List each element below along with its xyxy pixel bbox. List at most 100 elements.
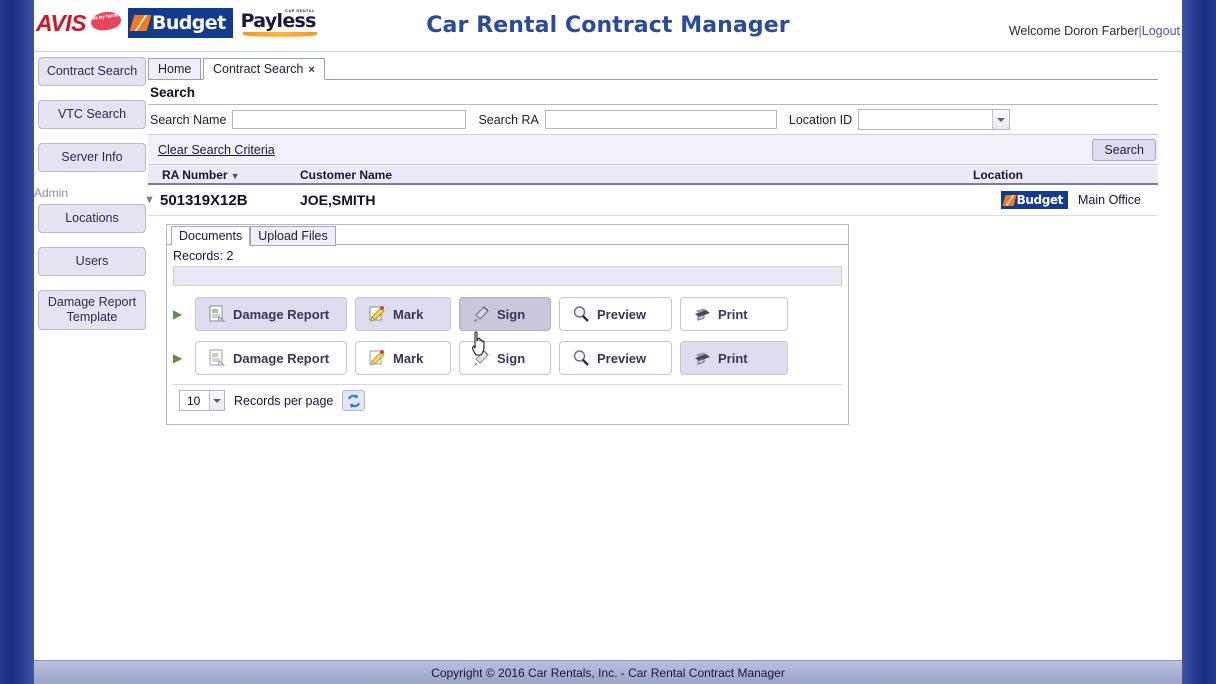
cell-ra-number: 501319X12B [160, 191, 248, 209]
records-per-page-select[interactable]: 10 [179, 390, 225, 411]
search-section-heading: Search [148, 80, 1158, 105]
application-window: AVIS We try harder Budget CAR RENTAL Pay… [0, 0, 1216, 684]
pagination-bar: 10 Records per page [173, 384, 842, 416]
logout-link[interactable]: Logout [1142, 24, 1180, 38]
document-icon [208, 305, 226, 323]
user-session-area: Welcome Doron Farber|Logout [1009, 24, 1180, 38]
preview-button-label: Preview [597, 306, 647, 322]
page-left-edge-decoration [0, 0, 34, 684]
preview-button[interactable]: Preview [559, 341, 672, 375]
search-button[interactable]: Search [1092, 138, 1156, 161]
document-row: ▶ Damage Report Mark Sign Preview Print [167, 336, 848, 380]
column-header-ra-number[interactable]: RA Number ▼ [148, 168, 300, 182]
page-tab-strip: Home Contract Search × [148, 58, 1158, 80]
cell-brand-badge: Budget [973, 191, 1078, 209]
magnifier-icon [572, 305, 590, 323]
search-ra-input[interactable] [544, 110, 777, 129]
preview-button-label: Preview [597, 350, 647, 366]
sidebar-item-users[interactable]: Users [38, 247, 146, 276]
records-count-label: Records: [173, 249, 224, 263]
records-count-value: 2 [226, 249, 234, 263]
sidebar-item-server-info[interactable]: Server Info [38, 143, 146, 172]
sidebar-group-admin-label: Admin [34, 186, 69, 200]
cell-location: Main Office [1078, 193, 1141, 207]
document-tab-strip: Documents Upload Files [167, 225, 848, 246]
chevron-down-icon[interactable] [992, 110, 1010, 129]
refresh-icon [347, 393, 360, 408]
cell-customer-name: JOE,SMITH [300, 192, 376, 208]
print-button-label: Print [718, 350, 748, 366]
tab-home[interactable]: Home [148, 58, 202, 80]
location-id-select[interactable] [858, 109, 1011, 130]
search-name-input[interactable] [232, 110, 467, 129]
records-per-page-value: 10 [187, 393, 201, 408]
document-detail-panel: Documents Upload Files Records: 2 ▶ Dama… [166, 224, 849, 425]
preview-button[interactable]: Preview [559, 297, 672, 331]
tab-contract-search-label: Contract Search [213, 62, 304, 76]
records-per-page-label: Records per page [234, 393, 334, 408]
printer-icon [693, 349, 711, 367]
document-icon [208, 349, 226, 367]
pencil-note-icon [368, 349, 386, 367]
sign-button-label: Sign [497, 306, 526, 322]
sidebar-item-contract-search[interactable]: Contract Search [38, 57, 146, 86]
printer-icon [693, 305, 711, 323]
main-content: Home Contract Search × Search Search Name… [144, 58, 1158, 660]
pen-icon [472, 349, 490, 367]
tab-upload-files[interactable]: Upload Files [250, 226, 336, 246]
sign-button[interactable]: Sign [459, 297, 551, 331]
sign-button-label: Sign [497, 350, 526, 366]
magnifier-icon [572, 349, 590, 367]
table-row[interactable]: ▼ 501319X12B JOE,SMITH Budget Main Offic… [144, 185, 1158, 216]
budget-badge-slash-icon [1002, 194, 1017, 206]
sidebar-item-damage-report-template[interactable]: Damage Report Template [38, 290, 146, 330]
damage-report-button[interactable]: Damage Report [195, 341, 347, 375]
mark-button[interactable]: Mark [355, 297, 451, 331]
document-filter-bar[interactable] [173, 266, 842, 286]
print-button[interactable]: Print [680, 297, 788, 331]
column-header-ra-number-label: RA Number [162, 167, 228, 182]
sign-button[interactable]: Sign [459, 341, 551, 375]
sidebar: Contract Search VTC Search Server Info A… [34, 57, 148, 344]
search-ra-label: Search RA [478, 112, 539, 127]
print-button-label: Print [718, 306, 748, 322]
footer-bar: Copyright © 2016 Car Rentals, Inc. - Car… [34, 660, 1182, 684]
sidebar-item-vtc-search[interactable]: VTC Search [38, 100, 146, 129]
sidebar-item-locations[interactable]: Locations [38, 204, 146, 233]
clear-search-criteria-link[interactable]: Clear Search Criteria [150, 143, 275, 157]
print-button[interactable]: Print [680, 341, 788, 375]
copyright-text: Copyright © 2016 Car Rentals, Inc. - Car… [431, 665, 785, 680]
damage-report-button-label: Damage Report [233, 306, 330, 322]
pencil-note-icon [368, 305, 386, 323]
document-expand-caret-icon[interactable]: ▶ [173, 307, 187, 321]
close-icon[interactable]: × [308, 64, 314, 76]
body-area: Contract Search VTC Search Server Info A… [34, 52, 1182, 660]
row-expand-caret-icon[interactable]: ▼ [144, 194, 160, 206]
sort-desc-icon: ▼ [230, 170, 240, 181]
document-row: ▶ Damage Report Mark Sign Preview Print [167, 292, 848, 336]
pen-icon [472, 305, 490, 323]
budget-badge-text: Budget [1016, 193, 1064, 207]
chevron-down-icon[interactable] [209, 391, 224, 410]
damage-report-button[interactable]: Damage Report [195, 297, 347, 331]
refresh-button[interactable] [342, 390, 366, 411]
results-table-header: RA Number ▼ Customer Name Location [148, 165, 1158, 185]
records-count-line: Records: 2 [167, 245, 848, 266]
search-actions-row: Clear Search Criteria Search [148, 135, 1158, 165]
tab-home-label: Home [158, 62, 192, 76]
document-expand-caret-icon[interactable]: ▶ [173, 351, 187, 365]
location-id-label: Location ID [788, 112, 853, 127]
header-bar: AVIS We try harder Budget CAR RENTAL Pay… [34, 0, 1182, 52]
column-header-location[interactable]: Location [973, 168, 1158, 182]
welcome-text: Welcome Doron Farber [1008, 24, 1139, 38]
damage-report-button-label: Damage Report [233, 350, 330, 366]
search-name-label: Search Name [150, 112, 227, 127]
mark-button[interactable]: Mark [355, 341, 451, 375]
column-header-customer-name[interactable]: Customer Name [300, 168, 973, 182]
tab-documents[interactable]: Documents [171, 226, 251, 246]
mark-button-label: Mark [393, 306, 424, 322]
tab-contract-search[interactable]: Contract Search × [203, 58, 325, 80]
search-criteria-row: Search Name Search RA Location ID [148, 105, 1158, 135]
budget-badge-icon: Budget [1000, 191, 1068, 209]
mark-button-label: Mark [393, 350, 424, 366]
